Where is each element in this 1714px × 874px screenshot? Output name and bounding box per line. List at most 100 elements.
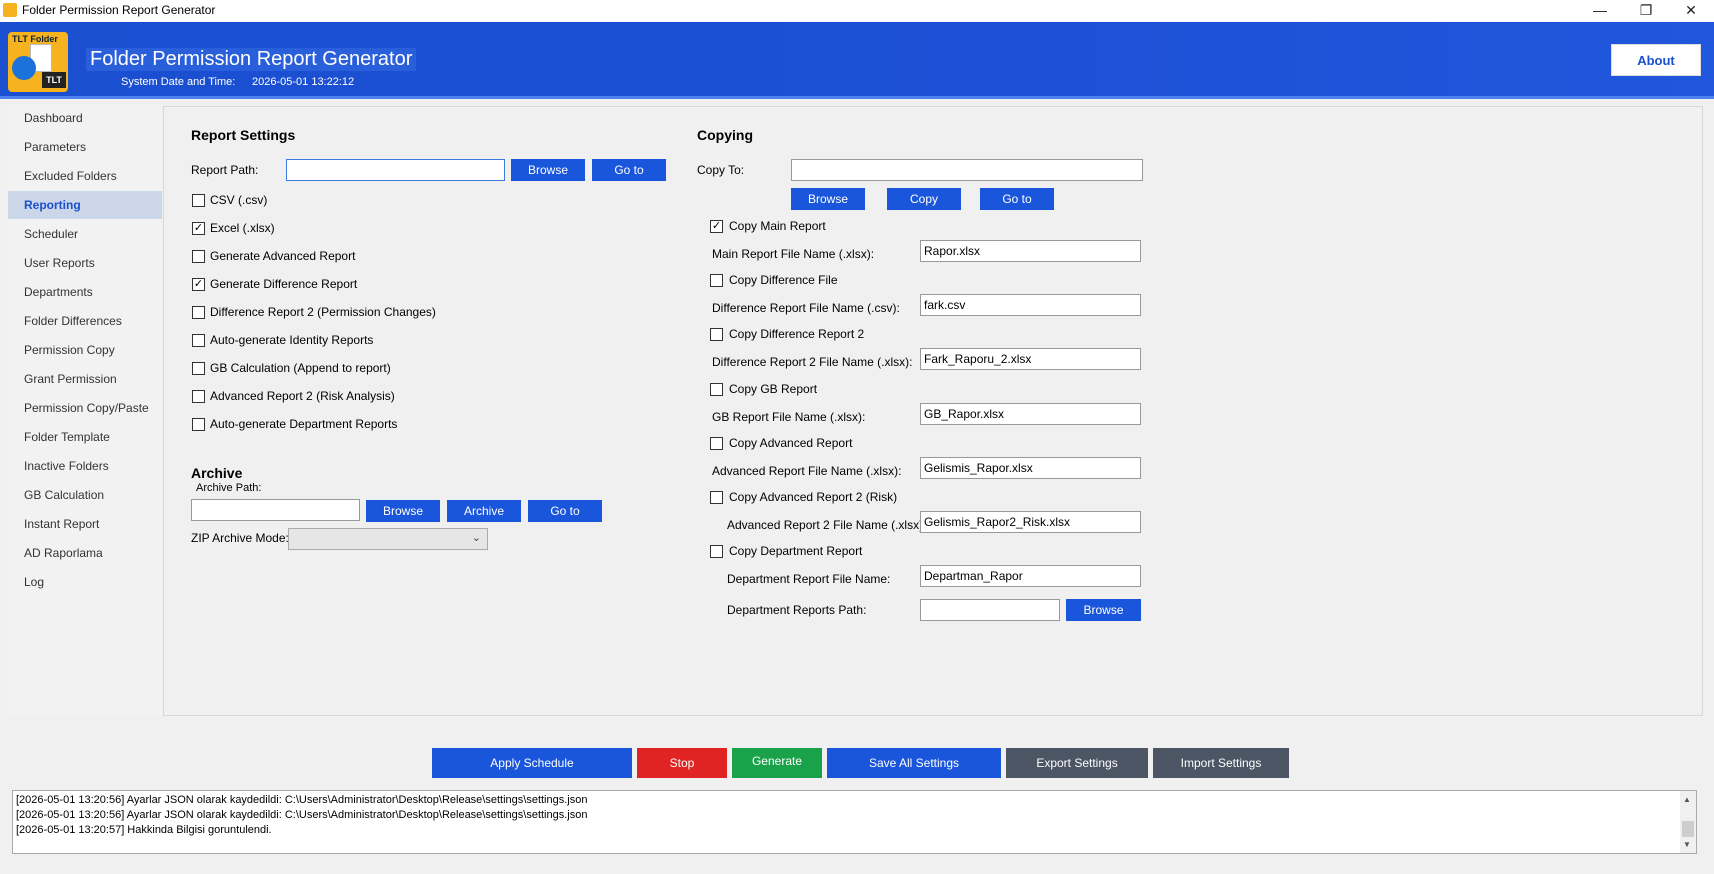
sidebar-item-folder-differences[interactable]: Folder Differences <box>8 307 162 335</box>
report-browse-button[interactable]: Browse <box>511 159 585 181</box>
save-all-settings-button[interactable]: Save All Settings <box>827 748 1001 778</box>
report-settings-heading: Report Settings <box>191 127 296 143</box>
apply-schedule-button[interactable]: Apply Schedule <box>432 748 632 778</box>
import-settings-button[interactable]: Import Settings <box>1153 748 1289 778</box>
chevron-down-icon: ⌄ <box>471 532 481 544</box>
zip-mode-label: ZIP Archive Mode: <box>191 531 289 545</box>
copy-file-name-input[interactable]: Rapor.xlsx <box>920 240 1141 262</box>
dept-browse-button[interactable]: Browse <box>1066 599 1141 621</box>
copy-to-input[interactable] <box>791 159 1143 181</box>
zip-mode-select[interactable]: ⌄ <box>288 528 488 550</box>
sidebar-item-dashboard[interactable]: Dashboard <box>8 104 162 132</box>
copy-file-name-input[interactable]: GB_Rapor.xlsx <box>920 402 1141 425</box>
report-option-label: Generate Difference Report <box>210 277 358 291</box>
minimize-button[interactable]: — <box>1577 0 1623 22</box>
copy-file-name-input[interactable]: Fark_Raporu_2.xlsx <box>920 348 1141 371</box>
sidebar-item-scheduler[interactable]: Scheduler <box>8 220 162 248</box>
report-option-label: Advanced Report 2 (Risk Analysis) <box>210 389 395 403</box>
restore-button[interactable]: ❐ <box>1623 0 1669 22</box>
stop-button[interactable]: Stop <box>637 748 727 778</box>
copy-file-name-label: Advanced Report File Name (.xlsx): <box>712 463 902 478</box>
report-option-checkbox[interactable]: ✓ <box>192 278 205 291</box>
archive-path-input[interactable] <box>191 499 360 521</box>
scroll-down-icon[interactable]: ▼ <box>1683 837 1691 852</box>
report-path-label: Report Path: <box>191 163 259 177</box>
report-option-label: Generate Advanced Report <box>210 249 356 263</box>
log-line: [2026-05-01 13:20:56] Ayarlar JSON olara… <box>16 794 588 806</box>
app-logo: TLT Folder TLT <box>8 32 68 92</box>
report-option-label: GB Calculation (Append to report) <box>210 361 391 375</box>
copy-item-label: Copy Department Report <box>729 544 863 559</box>
copy-goto-button[interactable]: Go to <box>980 188 1054 210</box>
sidebar-item-inactive-folders[interactable]: Inactive Folders <box>8 452 162 480</box>
generate-button[interactable]: Generate <box>732 748 822 778</box>
logo-text: TLT Folder <box>12 34 58 44</box>
datetime-value: 2026-05-01 13:22:12 <box>252 76 355 88</box>
copy-item-label: Copy Advanced Report <box>729 435 853 450</box>
sidebar-item-grant-permission[interactable]: Grant Permission <box>8 365 162 393</box>
report-option-label: Auto-generate Identity Reports <box>210 333 374 347</box>
sidebar-item-folder-template[interactable]: Folder Template <box>8 423 162 451</box>
sidebar-item-permission-copy-paste[interactable]: Permission Copy/Paste <box>8 394 162 422</box>
close-button[interactable]: ✕ <box>1668 0 1714 22</box>
report-path-input[interactable] <box>286 159 505 181</box>
copy-item-label: Copy Difference File <box>729 273 838 288</box>
copy-file-name-input[interactable]: Gelismis_Rapor.xlsx <box>920 456 1141 479</box>
report-option-checkbox[interactable]: ✓ <box>192 222 205 235</box>
sidebar-item-user-reports[interactable]: User Reports <box>8 249 162 277</box>
log-output[interactable]: [2026-05-01 13:20:56] Ayarlar JSON olara… <box>12 790 1697 854</box>
logo-badge: TLT <box>42 72 66 88</box>
archive-browse-button[interactable]: Browse <box>366 500 440 522</box>
log-scrollbar[interactable]: ▲ ▼ <box>1680 791 1696 853</box>
report-option-checkbox[interactable] <box>192 306 205 319</box>
report-option-checkbox[interactable] <box>192 418 205 431</box>
copy-item-label: Copy Main Report <box>729 219 826 233</box>
export-settings-button[interactable]: Export Settings <box>1006 748 1148 778</box>
copy-file-name-input[interactable]: fark.csv <box>920 294 1141 317</box>
copy-item-checkbox[interactable] <box>710 545 723 559</box>
copy-item-checkbox[interactable]: ✓ <box>710 220 723 233</box>
archive-goto-button[interactable]: Go to <box>528 500 602 522</box>
sidebar-item-gb-calculation[interactable]: GB Calculation <box>8 481 162 509</box>
report-option-label: Auto-generate Department Reports <box>210 417 398 431</box>
copy-item-checkbox[interactable] <box>710 491 723 504</box>
copy-browse-button[interactable]: Browse <box>791 188 865 210</box>
sidebar-item-parameters[interactable]: Parameters <box>8 133 162 161</box>
user-icon <box>12 56 36 80</box>
copy-file-name-input[interactable]: Gelismis_Rapor2_Risk.xlsx <box>920 511 1141 533</box>
copy-item-checkbox[interactable] <box>710 328 723 342</box>
archive-heading: Archive <box>191 465 243 481</box>
copy-item-checkbox[interactable] <box>710 274 723 288</box>
scroll-thumb[interactable] <box>1682 821 1694 837</box>
archive-button[interactable]: Archive <box>447 500 521 522</box>
scroll-up-icon[interactable]: ▲ <box>1683 792 1691 807</box>
archive-path-label: Archive Path: <box>196 482 262 494</box>
log-line: [2026-05-01 13:20:57] Hakkinda Bilgisi g… <box>16 824 272 836</box>
copy-to-label: Copy To: <box>697 163 745 177</box>
sidebar-item-reporting[interactable]: Reporting <box>8 191 162 219</box>
sidebar-item-departments[interactable]: Departments <box>8 278 162 306</box>
sidebar-item-permission-copy[interactable]: Permission Copy <box>8 336 162 364</box>
app-icon <box>3 3 17 17</box>
copy-item-checkbox[interactable] <box>710 382 723 396</box>
copy-item-label: Copy Difference Report 2 <box>729 327 865 342</box>
copying-heading: Copying <box>697 127 753 143</box>
sidebar-item-ad-raporlama[interactable]: AD Raporlama <box>8 539 162 567</box>
sidebar-item-log[interactable]: Log <box>8 568 162 596</box>
copy-file-name-label: GB Report File Name (.xlsx): <box>712 409 866 424</box>
sidebar-item-instant-report[interactable]: Instant Report <box>8 510 162 538</box>
copy-file-name-input[interactable]: Departman_Rapor <box>920 565 1141 588</box>
report-option-checkbox[interactable] <box>192 334 205 347</box>
report-option-checkbox[interactable] <box>192 390 205 403</box>
app-title: Folder Permission Report Generator <box>86 48 417 71</box>
copy-button[interactable]: Copy <box>887 188 961 210</box>
dept-path-input[interactable] <box>920 599 1060 621</box>
copy-item-checkbox[interactable] <box>710 436 723 450</box>
about-button[interactable]: About <box>1611 44 1701 76</box>
report-option-checkbox[interactable] <box>192 250 205 263</box>
report-option-checkbox[interactable] <box>192 362 205 375</box>
report-option-label: CSV (.csv) <box>210 193 268 207</box>
sidebar-item-excluded-folders[interactable]: Excluded Folders <box>8 162 162 190</box>
report-goto-button[interactable]: Go to <box>592 159 666 181</box>
report-option-checkbox[interactable] <box>192 194 205 207</box>
